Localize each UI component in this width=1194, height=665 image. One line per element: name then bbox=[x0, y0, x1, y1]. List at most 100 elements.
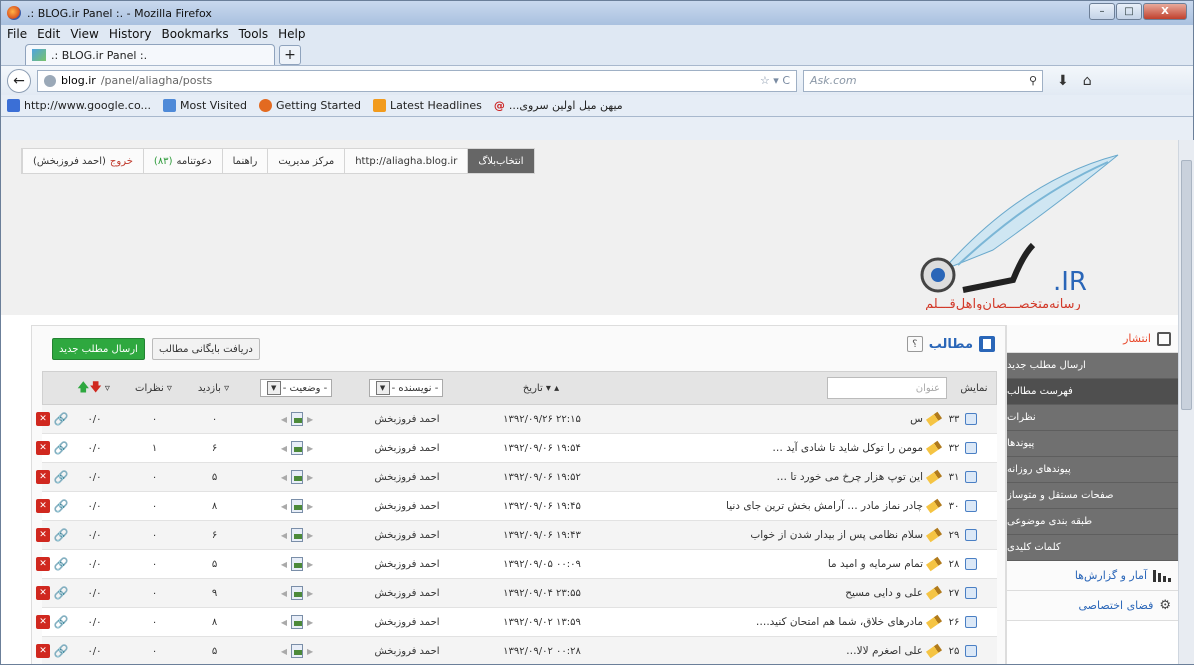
triangle-right-icon[interactable]: ▶ bbox=[307, 502, 313, 511]
post-title-link[interactable]: مادرهای خلاق، شما هم امتحان کنید.… bbox=[756, 616, 923, 628]
triangle-right-icon[interactable]: ▶ bbox=[307, 473, 313, 482]
col-rating[interactable]: 🡅 🡇 ▿ bbox=[66, 372, 121, 404]
back-button[interactable]: ← bbox=[7, 68, 31, 93]
delete-icon[interactable]: ✕ bbox=[36, 499, 50, 513]
triangle-left-icon[interactable]: ◀ bbox=[281, 502, 287, 511]
delete-icon[interactable]: ✕ bbox=[36, 586, 50, 600]
post-title-link[interactable]: چادر نماز مادر … آرامش بخش ترین جای دنیا bbox=[726, 500, 923, 512]
new-tab-button[interactable]: + bbox=[279, 45, 301, 65]
search-input[interactable]: Ask.com ⚲ bbox=[803, 69, 1043, 92]
download-icon[interactable]: ⬇ bbox=[1057, 73, 1069, 89]
view-post-icon[interactable] bbox=[965, 529, 977, 541]
triangle-left-icon[interactable]: ◀ bbox=[281, 531, 287, 540]
triangle-right-icon[interactable]: ▶ bbox=[307, 647, 313, 656]
published-icon[interactable] bbox=[291, 615, 303, 629]
post-title-link[interactable]: مومن را توکل شاید تا شادی آید … bbox=[772, 442, 923, 454]
bookmark-most-visited[interactable]: Most Visited bbox=[163, 99, 247, 112]
sidebar-section-publish[interactable]: انتشار bbox=[1007, 325, 1178, 353]
link-icon[interactable]: 🔗 bbox=[54, 412, 69, 426]
author-select[interactable]: ▼ - نویسنده - bbox=[368, 379, 444, 397]
page-scrollbar[interactable] bbox=[1178, 140, 1194, 664]
delete-icon[interactable]: ✕ bbox=[36, 615, 50, 629]
status-select[interactable]: ▼ - وضعیت - bbox=[259, 379, 333, 397]
scrollbar-thumb[interactable] bbox=[1181, 160, 1192, 410]
menu-help[interactable]: Help bbox=[278, 27, 305, 41]
menu-tools[interactable]: Tools bbox=[239, 27, 269, 41]
sidebar-item-new-post[interactable]: ارسال مطلب جدید bbox=[1007, 353, 1178, 379]
triangle-right-icon[interactable]: ▶ bbox=[307, 618, 313, 627]
published-icon[interactable] bbox=[291, 470, 303, 484]
triangle-left-icon[interactable]: ◀ bbox=[281, 647, 287, 656]
triangle-right-icon[interactable]: ▶ bbox=[307, 415, 313, 424]
published-icon[interactable] bbox=[291, 441, 303, 455]
delete-icon[interactable]: ✕ bbox=[36, 528, 50, 542]
published-icon[interactable] bbox=[291, 644, 303, 658]
sidebar-item-post-list[interactable]: فهرست مطالب bbox=[1007, 379, 1178, 405]
view-post-icon[interactable] bbox=[965, 645, 977, 657]
link-icon[interactable]: 🔗 bbox=[54, 470, 69, 484]
sidebar-item-daily-links[interactable]: پیوندهای روزانه bbox=[1007, 457, 1178, 483]
blog-url-link[interactable]: http://aliagha.blog.ir bbox=[344, 149, 467, 173]
triangle-right-icon[interactable]: ▶ bbox=[307, 589, 313, 598]
sidebar-section-stats[interactable]: آمار و گزارش‌ها bbox=[1007, 561, 1178, 591]
link-icon[interactable]: 🔗 bbox=[54, 615, 69, 629]
menu-edit[interactable]: Edit bbox=[37, 27, 60, 41]
menu-history[interactable]: History bbox=[109, 27, 152, 41]
post-title-link[interactable]: این توپ هزار چرخ می خورد تا … bbox=[777, 471, 923, 483]
view-post-icon[interactable] bbox=[965, 558, 977, 570]
close-button[interactable]: X bbox=[1143, 3, 1187, 20]
menu-view[interactable]: View bbox=[70, 27, 98, 41]
triangle-right-icon[interactable]: ▶ bbox=[307, 560, 313, 569]
link-icon[interactable]: 🔗 bbox=[54, 441, 69, 455]
triangle-left-icon[interactable]: ◀ bbox=[281, 473, 287, 482]
col-date[interactable]: تاریخ ▾ ▴ bbox=[466, 372, 616, 404]
post-title-link[interactable]: س bbox=[910, 413, 923, 425]
search-icon[interactable]: ⚲ bbox=[1029, 74, 1037, 87]
link-icon[interactable]: 🔗 bbox=[54, 586, 69, 600]
address-bar[interactable]: blog.ir/panel/aliagha/posts ☆ ▾ C bbox=[37, 69, 797, 92]
maximize-button[interactable]: □ bbox=[1116, 3, 1142, 20]
col-visits[interactable]: بازدید ▿ bbox=[186, 372, 241, 404]
triangle-left-icon[interactable]: ◀ bbox=[281, 560, 287, 569]
view-post-icon[interactable] bbox=[965, 587, 977, 599]
bookmark-getting-started[interactable]: Getting Started bbox=[258, 99, 361, 112]
minimize-button[interactable]: – bbox=[1089, 3, 1115, 20]
view-post-icon[interactable] bbox=[965, 413, 977, 425]
delete-icon[interactable]: ✕ bbox=[36, 412, 50, 426]
menu-file[interactable]: File bbox=[7, 27, 27, 41]
post-title-link[interactable]: علی و دایی مسیح bbox=[845, 587, 923, 599]
help-button[interactable]: ؟ bbox=[906, 336, 923, 352]
sidebar-item-keywords[interactable]: کلمات کلیدی bbox=[1007, 535, 1178, 561]
bookmark-google[interactable]: http://www.google.co... bbox=[7, 99, 151, 112]
title-filter-input[interactable]: عنوان bbox=[827, 377, 947, 399]
delete-icon[interactable]: ✕ bbox=[36, 557, 50, 571]
post-title-link[interactable]: تمام سرمایه و امید ما bbox=[828, 558, 923, 570]
col-comments[interactable]: نظرات ▿ bbox=[126, 372, 181, 404]
view-post-icon[interactable] bbox=[965, 500, 977, 512]
delete-icon[interactable]: ✕ bbox=[36, 644, 50, 658]
bookmark-mihanmail[interactable]: @ ...میهن میل اولین سروی bbox=[494, 99, 623, 112]
home-icon[interactable]: ⌂ bbox=[1083, 73, 1092, 89]
post-title-link[interactable]: علی اصغرم لالا… bbox=[846, 645, 923, 657]
help-link[interactable]: راهنما bbox=[221, 149, 268, 173]
sidebar-item-comments[interactable]: نظرات bbox=[1007, 405, 1178, 431]
post-title-link[interactable]: سلام نظامی پس از بیدار شدن از خواب bbox=[750, 529, 923, 541]
link-icon[interactable]: 🔗 bbox=[54, 499, 69, 513]
triangle-left-icon[interactable]: ◀ bbox=[281, 589, 287, 598]
link-icon[interactable]: 🔗 bbox=[54, 528, 69, 542]
management-center-link[interactable]: مرکز مدیریت bbox=[267, 149, 344, 173]
triangle-left-icon[interactable]: ◀ bbox=[281, 618, 287, 627]
invitation-link[interactable]: دعوتنامه (۸۳) bbox=[142, 149, 222, 173]
view-post-icon[interactable] bbox=[965, 471, 977, 483]
logout-link[interactable]: خروج (احمد فروزبخش) bbox=[22, 149, 143, 173]
draft-icon[interactable] bbox=[291, 412, 303, 426]
triangle-left-icon[interactable]: ◀ bbox=[281, 444, 287, 453]
triangle-right-icon[interactable]: ▶ bbox=[307, 531, 313, 540]
browser-tab[interactable]: .: BLOG.ir Panel :. bbox=[25, 44, 275, 65]
sidebar-item-links[interactable]: پیوندها bbox=[1007, 431, 1178, 457]
view-post-icon[interactable] bbox=[965, 616, 977, 628]
link-icon[interactable]: 🔗 bbox=[54, 557, 69, 571]
choose-blog-button[interactable]: انتخاب‌بلاگ bbox=[467, 149, 534, 173]
published-icon[interactable] bbox=[291, 528, 303, 542]
sidebar-section-private[interactable]: فضای اختصاصی ⚙ bbox=[1007, 591, 1178, 621]
